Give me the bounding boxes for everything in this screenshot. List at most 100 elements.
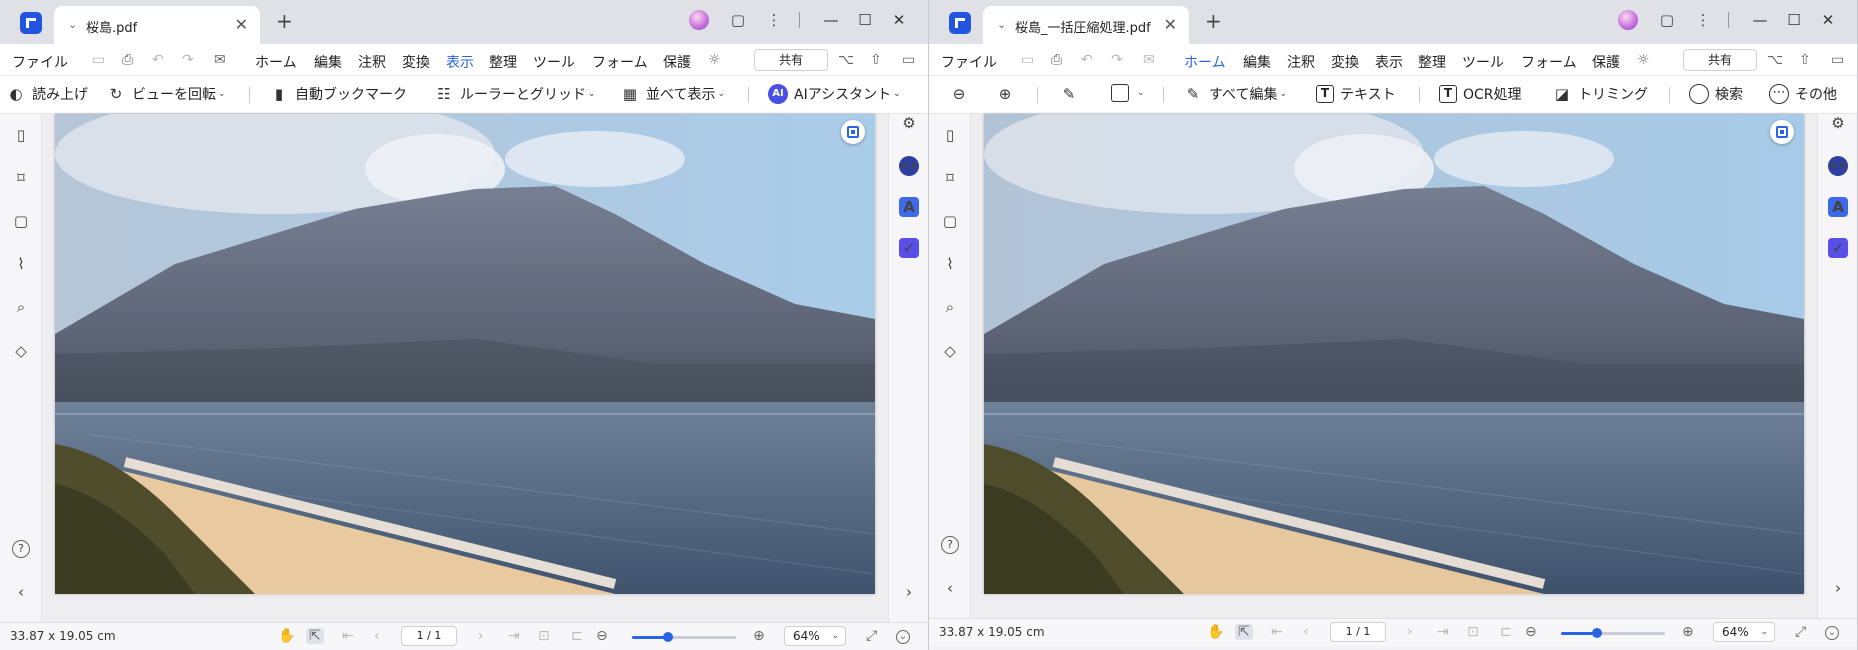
attachment-icon[interactable]: ⌇ — [11, 255, 31, 273]
expand-sidebar-icon[interactable]: › — [1828, 579, 1848, 597]
undo-icon[interactable]: ↶ — [152, 52, 164, 68]
zoom-select[interactable]: 64% ⌄ — [784, 626, 846, 646]
menu-home[interactable]: ホーム — [255, 52, 297, 72]
fit-page-button[interactable] — [841, 120, 865, 144]
fullscreen-icon[interactable]: ⤢ — [1795, 624, 1806, 640]
adjust-icon[interactable]: ⚙ — [1828, 114, 1848, 132]
menu-tools[interactable]: ツール — [1462, 52, 1504, 72]
comment-panel-icon[interactable]: ▢ — [940, 212, 960, 230]
comment-icon[interactable]: ▢ — [727, 11, 749, 29]
menu-annotate[interactable]: 注釈 — [1287, 52, 1315, 72]
last-page-icon[interactable]: ⇥ — [508, 628, 520, 644]
menu-convert[interactable]: 変換 — [1331, 52, 1359, 72]
redo-icon[interactable]: ↷ — [1111, 52, 1123, 68]
page-number-input[interactable]: 1 / 1 — [1330, 622, 1386, 642]
idea-icon[interactable]: ☼ — [1637, 52, 1650, 68]
page-number-input[interactable]: 1 / 1 — [401, 626, 457, 646]
menu-edit[interactable]: 編集 — [314, 52, 342, 72]
trim-button[interactable]: ◪ トリミング — [1552, 84, 1648, 104]
comment-icon[interactable]: ▢ — [1656, 11, 1678, 29]
first-page-icon[interactable]: ⇤ — [1271, 624, 1283, 640]
mail-icon[interactable]: ✉ — [1143, 52, 1155, 68]
ocr-button[interactable]: T OCR処理 — [1439, 84, 1522, 104]
share-button[interactable]: 共有 — [754, 49, 828, 71]
check-task-icon[interactable]: ✓ — [899, 238, 919, 258]
maximize-button[interactable]: ☐ — [848, 11, 882, 29]
menu-home[interactable]: ホーム — [1182, 52, 1228, 79]
search-icon[interactable]: ⌕ — [11, 298, 31, 316]
bookmark-panel-icon[interactable]: ⌑ — [940, 169, 960, 187]
close-tab-icon[interactable]: ✕ — [235, 15, 248, 34]
menu-edit[interactable]: 編集 — [1243, 52, 1271, 72]
print-icon[interactable]: ⎙ — [122, 52, 133, 68]
search-button[interactable]: 検索 — [1689, 84, 1743, 104]
menu-protect[interactable]: 保護 — [663, 52, 691, 72]
highlight-tool[interactable]: ✎ — [1059, 84, 1085, 104]
document-tab[interactable]: ⌄ 桜島.pdf ✕ — [54, 6, 260, 44]
print-icon[interactable]: ⎙ — [1051, 52, 1062, 68]
translate-icon[interactable]: A — [1828, 197, 1848, 217]
menu-file[interactable]: ファイル — [941, 52, 997, 72]
zoom-slider-handle[interactable] — [663, 632, 674, 642]
last-page-icon[interactable]: ⇥ — [1437, 624, 1449, 640]
check-task-icon[interactable]: ✓ — [1828, 238, 1848, 258]
menu-protect[interactable]: 保護 — [1592, 52, 1620, 72]
zoom-in-icon[interactable]: ⊕ — [1682, 624, 1694, 640]
menu-file[interactable]: ファイル — [12, 52, 68, 72]
select-tool-icon[interactable]: ⇱ — [306, 628, 324, 644]
branch-icon[interactable]: ⌥ — [1767, 52, 1783, 68]
zoom-out-tool[interactable]: ⊖ — [949, 84, 975, 104]
user-avatar[interactable] — [689, 10, 709, 30]
zoom-slider[interactable] — [632, 632, 736, 642]
new-tab-button[interactable]: + — [1205, 9, 1222, 33]
upload-icon[interactable]: ⇧ — [870, 52, 882, 68]
frame-icon[interactable]: ⊏ — [1500, 624, 1512, 640]
translate-icon[interactable]: A — [899, 197, 919, 217]
document-tab[interactable]: ⌄ 桜島_一括圧縮処理.pdf ✕ — [983, 6, 1189, 44]
collapse-sidebar-icon[interactable]: ‹ — [940, 579, 960, 597]
close-tab-icon[interactable]: ✕ — [1164, 15, 1177, 34]
help-icon[interactable]: ? — [12, 540, 30, 558]
prev-page-icon[interactable]: ‹ — [1303, 624, 1309, 640]
more-vertical-icon[interactable]: ⋮ — [763, 11, 785, 29]
menu-view[interactable]: 表示 — [444, 52, 476, 79]
search-icon[interactable]: ⌕ — [940, 298, 960, 316]
crop-icon[interactable]: ⊡ — [1467, 624, 1479, 640]
next-page-icon[interactable]: › — [1407, 624, 1413, 640]
more-tools-button[interactable]: ⋯ その他 — [1769, 84, 1837, 104]
zoom-select[interactable]: 64% ⌄ — [1713, 622, 1775, 642]
ai-assistant-button[interactable]: AI AIアシスタント ⌄ — [768, 84, 901, 104]
close-window-button[interactable]: ✕ — [1811, 11, 1845, 29]
hand-tool-icon[interactable]: ✋ — [278, 628, 295, 644]
new-tab-button[interactable]: + — [276, 9, 293, 33]
close-window-button[interactable]: ✕ — [882, 11, 916, 29]
panel-icon[interactable]: ▭ — [902, 52, 915, 68]
user-avatar[interactable] — [1618, 10, 1638, 30]
ruler-grid-button[interactable]: ☷ ルーラーとグリッド ⌄ — [434, 84, 595, 104]
zoom-out-icon[interactable]: ⊖ — [596, 628, 608, 644]
maximize-button[interactable]: ☐ — [1777, 11, 1811, 29]
page-thumbnail-icon[interactable]: ▯ — [940, 126, 960, 144]
fit-page-button[interactable] — [1770, 120, 1794, 144]
ai-chat-icon[interactable]: •• — [899, 156, 919, 176]
minimize-button[interactable]: — — [1743, 11, 1777, 29]
menu-organize[interactable]: 整理 — [1418, 52, 1446, 72]
first-page-icon[interactable]: ⇤ — [342, 628, 354, 644]
panel-icon[interactable]: ▭ — [1831, 52, 1844, 68]
save-icon[interactable]: ▭ — [92, 52, 105, 68]
app-logo-icon[interactable] — [949, 12, 971, 34]
zoom-slider[interactable] — [1561, 628, 1665, 638]
select-tool-icon[interactable]: ⇱ — [1235, 624, 1253, 640]
menu-convert[interactable]: 変換 — [402, 52, 430, 72]
undo-icon[interactable]: ↶ — [1081, 52, 1093, 68]
edit-all-button[interactable]: ✎ すべて編集 ⌄ — [1183, 84, 1287, 104]
layers-icon[interactable]: ◇ — [11, 342, 31, 360]
zoom-slider-handle[interactable] — [1592, 628, 1603, 638]
prev-page-icon[interactable]: ‹ — [374, 628, 380, 644]
rotate-view-button[interactable]: ↻ ビューを回転 ⌄ — [106, 84, 226, 104]
layers-icon[interactable]: ◇ — [940, 342, 960, 360]
read-aloud-button[interactable]: ◐ 読み上げ — [6, 84, 88, 104]
help-icon[interactable]: ? — [941, 536, 959, 554]
app-logo-icon[interactable] — [20, 12, 42, 34]
hand-tool-icon[interactable]: ✋ — [1207, 624, 1224, 640]
